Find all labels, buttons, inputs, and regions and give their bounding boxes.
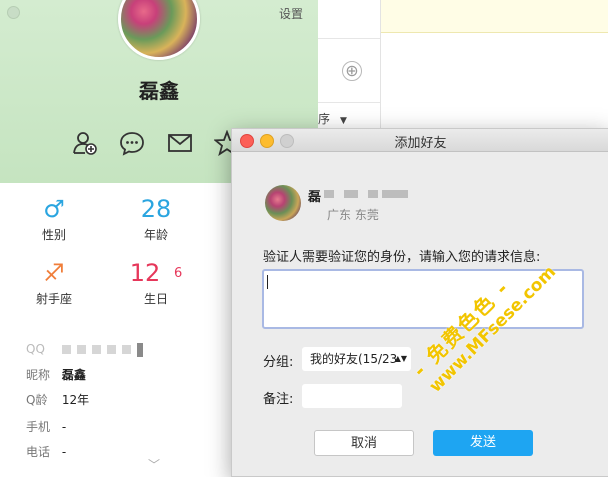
group-value: 我的好友(15/23 — [310, 352, 398, 366]
qq-label: QQ — [26, 342, 45, 356]
window-button[interactable] — [7, 6, 20, 19]
redacted-text — [106, 345, 116, 354]
text-cursor — [267, 275, 268, 289]
qage-label: Q龄 — [26, 393, 48, 407]
info-qq: QQ — [26, 342, 149, 357]
settings-link[interactable]: 设置 — [279, 5, 303, 22]
mail-icon — [168, 134, 192, 152]
redacted-text — [91, 345, 101, 354]
add-icon[interactable]: ⊕ — [342, 61, 362, 81]
add-friend-button[interactable] — [72, 130, 98, 156]
birthday-stat: 12 6 生日 — [126, 258, 186, 307]
redacted-text — [136, 342, 143, 357]
chat-button[interactable] — [119, 130, 145, 156]
user-avatar — [265, 185, 301, 221]
age-stat: 28 年龄 — [126, 194, 186, 243]
age-label: 年龄 — [143, 228, 168, 242]
dialog-titlebar[interactable]: 添加好友 — [232, 129, 608, 152]
gender-label: 性别 — [41, 228, 66, 242]
phone-label: 手机 — [26, 420, 51, 434]
user-location: 广东 东莞 — [327, 208, 379, 222]
remark-label: 备注: — [263, 392, 294, 407]
remark-input[interactable] — [302, 384, 402, 408]
chevron-down-icon[interactable]: ﹀ — [148, 456, 160, 473]
user-name: 磊 — [308, 190, 322, 205]
tel-label: 电话 — [26, 445, 51, 459]
send-button[interactable]: 发送 — [433, 430, 533, 456]
add-friend-icon — [73, 132, 97, 155]
birthday-label: 生日 — [143, 292, 168, 306]
info-nickname: 昵称 磊鑫 — [26, 366, 86, 383]
redacted-text — [368, 190, 378, 198]
sort-label: 序 — [318, 112, 331, 126]
qage-value: 12年 — [61, 393, 90, 407]
redacted-text — [121, 345, 131, 354]
dialog-title: 添加好友 — [394, 136, 447, 151]
zodiac-stat: ♐ 射手座 — [24, 258, 84, 307]
chat-bubble-icon — [120, 132, 144, 156]
sagittarius-icon: ♐ — [43, 259, 65, 287]
gender-stat: ♂ 性别 — [24, 194, 84, 243]
mail-button[interactable] — [167, 130, 193, 156]
verification-prompt: 验证人需要验证您的身份，请输入您的请求信息: — [263, 250, 541, 265]
notice-bar — [380, 0, 608, 33]
group-select[interactable]: 我的好友(15/23 ▲▼ — [302, 347, 411, 371]
profile-nickname: 磊鑫 — [139, 79, 179, 103]
redacted-text — [382, 190, 408, 198]
phone-value: - — [61, 420, 67, 434]
male-icon: ♂ — [43, 195, 65, 223]
birthday-month: 12 — [129, 259, 161, 287]
zodiac-label: 射手座 — [35, 292, 72, 306]
redacted-text — [61, 345, 71, 354]
redacted-text — [344, 190, 358, 198]
sort-dropdown[interactable]: 序 ▼ — [318, 110, 362, 127]
info-tel: 电话 - — [26, 443, 66, 460]
birthday-value: 12 6 — [126, 258, 186, 288]
caret-down-icon: ▼ — [340, 116, 347, 126]
info-phone: 手机 - — [26, 418, 66, 435]
group-label: 分组: — [263, 355, 294, 370]
age-value: 28 — [140, 195, 172, 223]
content-area — [380, 33, 608, 128]
redacted-text — [324, 190, 334, 198]
info-qage: Q龄 12年 — [26, 391, 89, 408]
nickname-label: 昵称 — [26, 368, 51, 382]
birthday-day: 6 — [173, 266, 183, 281]
add-friend-dialog: 添加好友 磊 广东 东莞 验证人需要验证您的身份，请输入您的请求信息: 分组: … — [231, 128, 608, 477]
tel-value: - — [61, 445, 67, 459]
cancel-button[interactable]: 取消 — [314, 430, 414, 456]
nickname-value: 磊鑫 — [61, 368, 86, 382]
redacted-text — [76, 345, 86, 354]
select-arrows-icon: ▲▼ — [394, 354, 407, 363]
